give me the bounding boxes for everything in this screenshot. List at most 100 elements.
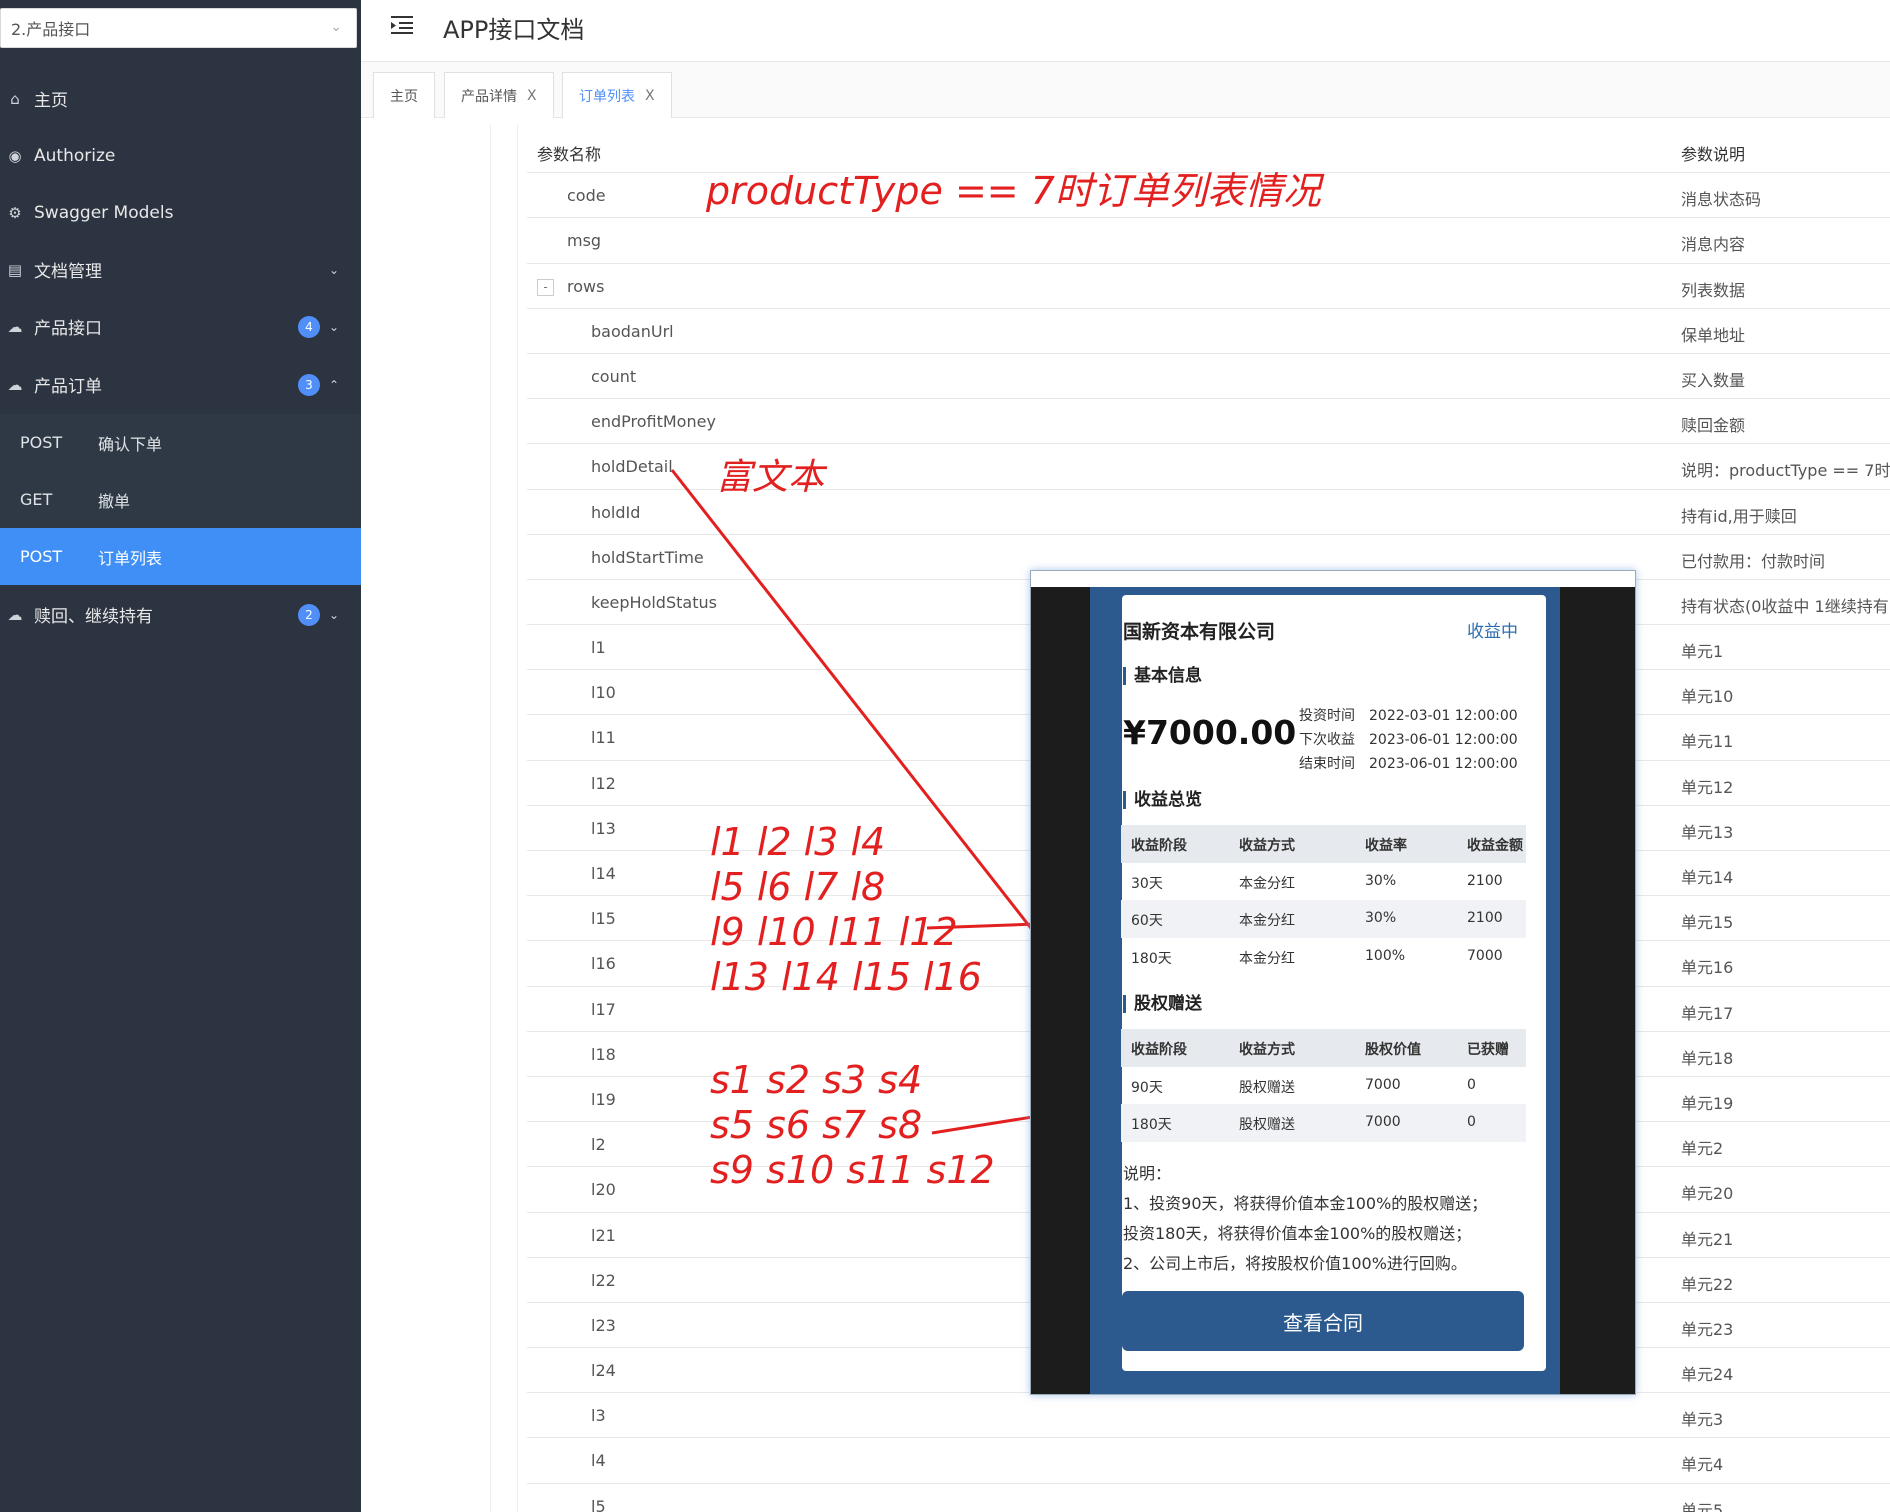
phone-statusbar	[1031, 571, 1635, 587]
mini-table-cell: 180天	[1131, 950, 1172, 967]
param-name: code	[567, 186, 606, 206]
param-desc: 单元10	[1681, 687, 1734, 707]
tab-label: 订单列表	[579, 89, 635, 105]
annotation-l-line: l1 l2 l3 l4	[710, 820, 886, 864]
param-desc: 单元12	[1681, 777, 1734, 797]
sidebar-item-redeem[interactable]: ☁ 赎回、继续持有 2 ⌄	[0, 586, 361, 643]
endpoint-name: 撤单	[98, 491, 131, 511]
param-name: l12	[591, 773, 616, 793]
top-header: APP接口文档	[361, 0, 1890, 62]
tab-home[interactable]: 主页	[373, 72, 435, 118]
mini-table-cell: 60天	[1131, 913, 1163, 929]
sidebar-subitem-confirm-order[interactable]: POST 确认下单	[0, 414, 361, 471]
group-select[interactable]: 2.产品接口 ⌄	[0, 8, 357, 48]
param-desc: 消息状态码	[1681, 190, 1762, 210]
param-name: keepHoldStatus	[591, 592, 717, 612]
param-desc: 单元15	[1681, 913, 1734, 933]
table-row: endProfitMoney 赎回金额	[527, 399, 1890, 445]
param-name: l21	[591, 1225, 616, 1245]
mini-table-cell: 30%	[1365, 910, 1397, 926]
sidebar-item-swagger-models[interactable]: ⚙ Swagger Models	[0, 184, 361, 241]
param-desc: 单元19	[1681, 1093, 1734, 1113]
annotation-s-line: s1 s2 s3 s4	[710, 1058, 923, 1102]
table-row: l5 单元5	[527, 1484, 1890, 1512]
mini-table-cell: 收益阶段	[1131, 1042, 1187, 1058]
annotation-l-line: l9 l10 l11 l12	[710, 910, 958, 954]
view-contract-button[interactable]: 查看合同	[1122, 1291, 1524, 1351]
sidebar-item-label: Authorize	[34, 145, 116, 166]
param-desc: 列表数据	[1681, 280, 1746, 300]
sidebar-subitem-cancel-order[interactable]: GET 撤单	[0, 471, 361, 528]
chevron-down-icon: ⌄	[328, 319, 339, 334]
equity-table: 收益阶段 收益方式 股权价值 已获赠 90天 股权赠送 7000 0 180天 股权赠送 7000 0	[1121, 1029, 1526, 1142]
explanation-line: 说明：	[1123, 1164, 1172, 1183]
sidebar-item-authorize[interactable]: ◉ Authorize	[0, 127, 361, 184]
mini-table-cell: 0	[1467, 1076, 1476, 1093]
sidebar-item-product-api[interactable]: ☁ 产品接口 4 ⌄	[0, 298, 361, 355]
count-badge: 4	[298, 316, 320, 338]
info-row: 投资时间 2022-03-01 12:00:00	[1299, 705, 1518, 725]
http-method: POST	[20, 547, 63, 566]
info-value: 2022-03-01 12:00:00	[1369, 708, 1518, 724]
section-equity-gift: 股权赠送	[1123, 995, 1202, 1013]
param-name: l1	[591, 638, 606, 658]
explanation-line: 1、投资90天，将获得价值本金100%的股权赠送；	[1123, 1194, 1488, 1213]
sidebar-item-home[interactable]: ⌂ 主页	[0, 70, 361, 127]
group-select-value: 2.产品接口	[11, 20, 91, 39]
param-desc: 说明：productType == 7时有	[1681, 461, 1890, 481]
close-icon[interactable]: X	[527, 88, 537, 104]
mini-table-row: 60天 本金分红 30% 2100	[1121, 900, 1526, 938]
collapse-toggle-icon[interactable]: -	[537, 278, 554, 296]
mini-table-cell: 本金分红	[1239, 875, 1295, 892]
mini-table-cell: 收益率	[1365, 838, 1407, 854]
param-name: l5	[591, 1496, 606, 1512]
mini-table-cell: 股权赠送	[1239, 1079, 1295, 1096]
param-name: count	[591, 366, 637, 386]
profit-table: 收益阶段 收益方式 收益率 收益金额 30天 本金分红 30% 2100 60天 本金分红 30% 2…	[1121, 825, 1526, 975]
section-basic-info: 基本信息	[1123, 667, 1202, 685]
http-method: POST	[20, 433, 63, 452]
header-name: 参数名称	[537, 145, 602, 164]
mini-table-cell: 2100	[1467, 872, 1503, 889]
param-desc: 持有id,用于赎回	[1681, 506, 1797, 526]
close-icon[interactable]: X	[645, 88, 655, 104]
app-root: 2.产品接口 ⌄ ⌂ 主页 ◉ Authorize ⚙ Swagger Mode…	[0, 0, 1890, 1512]
param-desc: 赎回金额	[1681, 416, 1746, 436]
mini-table-header: 收益阶段 收益方式 收益率 收益金额	[1121, 825, 1526, 863]
annotation-s-line: s9 s10 s11 s12	[710, 1148, 995, 1192]
content-gutter	[490, 124, 518, 1512]
endpoint-name: 订单列表	[98, 548, 163, 568]
order-amount: ¥7000.00	[1123, 713, 1297, 752]
table-row: count 买入数量	[527, 354, 1890, 400]
param-desc: 单元21	[1681, 1229, 1734, 1249]
company-name: 国新资本有限公司	[1123, 621, 1276, 643]
mini-table-cell: 收益金额	[1467, 838, 1523, 854]
home-icon: ⌂	[10, 89, 20, 108]
count-badge: 3	[298, 374, 320, 396]
param-name: l22	[591, 1270, 616, 1290]
param-name: l13	[591, 818, 616, 838]
menu-fold-icon[interactable]	[389, 14, 415, 36]
tab-order-list[interactable]: 订单列表 X	[562, 72, 672, 119]
mini-table-header: 收益阶段 收益方式 股权价值 已获赠	[1121, 1029, 1526, 1067]
param-name: l17	[591, 999, 616, 1019]
mini-table-cell: 180天	[1131, 1117, 1172, 1133]
param-name: holdDetail	[591, 457, 673, 477]
param-desc: 单元16	[1681, 958, 1734, 978]
annotation-l-line: l5 l6 l7 l8	[710, 865, 886, 909]
table-row: l4 单元4	[527, 1438, 1890, 1484]
cloud-icon: ☁	[7, 605, 23, 624]
sidebar-item-product-orders[interactable]: ☁ 产品订单 3 ⌃	[0, 356, 361, 413]
cloud-icon: ☁	[7, 317, 23, 336]
docs-icon: ▤	[7, 260, 23, 279]
mini-table-cell: 90天	[1131, 1079, 1163, 1096]
mini-table-cell: 2100	[1467, 910, 1503, 926]
tab-product-detail[interactable]: 产品详情 X	[444, 72, 554, 118]
mini-table-cell: 股权赠送	[1239, 1117, 1295, 1133]
param-desc: 保单地址	[1681, 325, 1746, 345]
table-row: msg 消息内容	[527, 218, 1890, 264]
sidebar-item-docs[interactable]: ▤ 文档管理 ⌄	[0, 241, 361, 298]
sidebar-subitem-order-list[interactable]: POST 订单列表	[0, 528, 361, 585]
param-desc: 单元22	[1681, 1274, 1734, 1294]
mini-table-cell: 7000	[1365, 1076, 1401, 1093]
